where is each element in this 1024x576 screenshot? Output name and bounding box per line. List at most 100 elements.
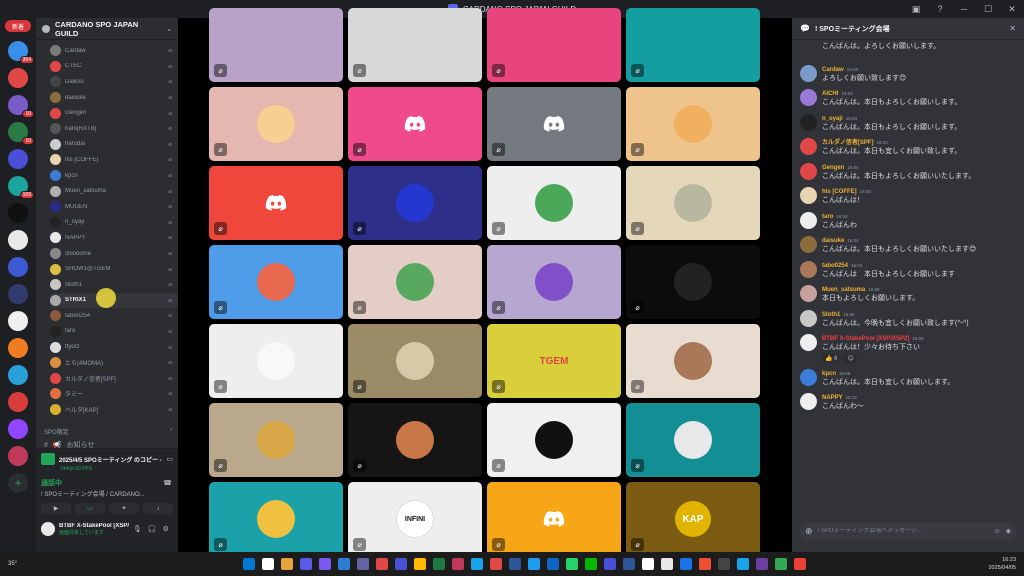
video-tile[interactable]: ⌀ [348, 166, 482, 240]
voice-member[interactable]: Gengen ⌀ [50, 105, 178, 121]
video-tile[interactable]: TGEM ⌀ [487, 324, 621, 398]
author-name[interactable]: tabo0254 [822, 263, 848, 269]
add-server-icon[interactable]: + [8, 473, 28, 493]
video-tile[interactable]: ⌀ [348, 324, 482, 398]
author-name[interactable]: n_oyaji [822, 116, 843, 122]
avatar[interactable] [800, 393, 817, 410]
chat-message[interactable]: BTBF X-StakePool [XSP/XSP2] 16:08 こんばんは！少々… [800, 333, 1018, 363]
taskbar-app-icon[interactable] [603, 558, 616, 570]
video-tile[interactable]: ⌀ [348, 8, 482, 82]
voice-member[interactable]: shiodome ⌀ [50, 246, 178, 262]
voice-member[interactable]: kpcn ⌀ [50, 168, 178, 184]
taskbar-app-icon[interactable] [508, 558, 521, 570]
server-icon[interactable]: 109 [8, 176, 34, 199]
author-name[interactable]: Gengen [822, 165, 844, 171]
server-icon[interactable] [8, 392, 28, 412]
chat-message[interactable]: his [COFFE] 16:04 こんばんは！ [800, 186, 1018, 206]
screen-share-button[interactable]: ▭ [75, 503, 105, 514]
video-tile[interactable]: ⌀ [487, 403, 621, 477]
video-tile[interactable]: ⌀ [209, 245, 343, 319]
avatar[interactable] [800, 285, 817, 302]
taskbar-app-icon[interactable] [698, 558, 711, 570]
weather-widget[interactable]: 35° [0, 561, 60, 567]
taskbar-app-icon[interactable] [584, 558, 597, 570]
avatar[interactable] [800, 187, 817, 204]
taskbar-app-icon[interactable] [356, 558, 369, 570]
video-tile[interactable]: INFINI ⌀ [348, 482, 482, 556]
server-icon[interactable] [8, 68, 28, 88]
video-tile[interactable]: ⌀ [487, 245, 621, 319]
taskbar-app-icon[interactable] [318, 558, 331, 570]
avatar[interactable] [800, 138, 817, 155]
emoji-icon[interactable]: ☺ [993, 528, 1000, 535]
avatar[interactable] [800, 309, 817, 327]
disconnect-icon[interactable]: ☎ [163, 473, 178, 487]
video-tile[interactable]: ⌀ [209, 8, 343, 82]
author-name[interactable]: Sloth1 [822, 312, 840, 318]
avatar[interactable] [800, 368, 817, 386]
taskbar-app-icon[interactable] [793, 558, 806, 570]
server-icon[interactable] [8, 284, 28, 304]
taskbar-app-icon[interactable] [641, 558, 654, 570]
chat-message[interactable]: カルダノ信者[SPF] 16:03 こんばんは。本日も宜しくお願い致します。 [800, 137, 1018, 157]
server-icon[interactable] [8, 203, 28, 223]
server-icon[interactable] [8, 338, 28, 358]
taskbar-app-icon[interactable] [451, 558, 464, 570]
message-input[interactable] [817, 528, 989, 534]
chat-message[interactable]: Cardaw 16:03 よろしくお願い致します😊 [800, 64, 1018, 84]
taskbar-app-icon[interactable] [527, 558, 540, 570]
reaction-chip[interactable]: 👍 6 [822, 354, 841, 363]
voice-member[interactable]: harudai ⌀ [50, 137, 178, 153]
soundboard-button[interactable]: ♪ [143, 503, 173, 514]
chat-message[interactable]: NAPPY 16:12 こんばんわ〜 [800, 392, 1018, 412]
inbox-icon[interactable]: ▣ [910, 4, 922, 15]
home-badge[interactable]: 新着 [5, 20, 31, 32]
chat-message[interactable]: こんばんは。よろしくお願いします。 [800, 41, 1018, 59]
server-icon[interactable]: 364 [8, 41, 34, 64]
taskbar-app-icon[interactable] [489, 558, 502, 570]
server-icon[interactable] [8, 365, 28, 385]
author-name[interactable]: kpcn [822, 371, 836, 377]
server-icon[interactable] [8, 446, 28, 466]
guild-header[interactable]: CARDANO SPO JAPAN GUILD ⌄ [36, 18, 178, 40]
voice-member[interactable]: haro[RXTB] ⌀ [50, 121, 178, 137]
video-tile[interactable]: ⌀ [209, 403, 343, 477]
voice-member[interactable]: ttyorz ⌀ [50, 339, 178, 355]
voice-member[interactable]: tabo0254 ⌀ [50, 308, 178, 324]
chat-message[interactable]: Gengen 16:04 こんばんは。本日もよろしくお願いいたします。 [800, 162, 1018, 182]
taskbar-app-icon[interactable] [337, 558, 350, 570]
video-tile[interactable]: ⌀ [487, 87, 621, 161]
reaction-chip[interactable]: 😊 [844, 354, 857, 363]
avatar[interactable] [800, 64, 817, 82]
taskbar-app-icon[interactable] [774, 558, 787, 570]
taskbar-app-icon[interactable] [375, 558, 388, 570]
video-tile[interactable]: ⌀ [487, 8, 621, 82]
chat-message[interactable]: Muen_satsuma 16:05 本日もよろしくお願いします。 [800, 284, 1018, 304]
taskbar-app-icon[interactable] [736, 558, 749, 570]
avatar[interactable] [800, 89, 817, 106]
taskbar-app-icon[interactable] [755, 558, 768, 570]
video-tile[interactable]: ⌀ [626, 87, 760, 161]
close-icon[interactable]: ✕ [1009, 24, 1016, 33]
avatar[interactable] [800, 211, 817, 229]
voice-member[interactable]: カルダノ信者[SPF] ⌀ [50, 370, 178, 386]
avatar[interactable] [800, 260, 817, 278]
taskbar-app-icon[interactable] [660, 558, 673, 570]
video-tile[interactable]: ⌀ [626, 8, 760, 82]
voice-member[interactable]: n_oyaji ⌀ [50, 215, 178, 231]
video-tile[interactable]: ⌀ [626, 166, 760, 240]
server-icon[interactable] [8, 419, 28, 439]
video-tile[interactable]: ⌀ [487, 482, 621, 556]
author-name[interactable]: Cardaw [822, 67, 844, 73]
voice-member[interactable]: Daikoo ⌀ [50, 74, 178, 90]
add-attachment-icon[interactable]: ⊕ [805, 526, 813, 537]
voice-member[interactable]: ベルダ[KAP] ⌀ [50, 402, 178, 418]
gear-icon[interactable]: ⚙ [163, 525, 169, 533]
server-icon[interactable]: 10 [8, 95, 34, 118]
taskbar-app-icon[interactable] [717, 558, 730, 570]
voice-member[interactable]: SHOW1@TGEM ⌀ [50, 261, 178, 277]
taskbar-app-icon[interactable] [679, 558, 692, 570]
chat-message[interactable]: n_oyaji 16:03 こんばんは。本日もよろしくお願いします。 [800, 113, 1018, 133]
video-tile[interactable]: ⌀ [626, 403, 760, 477]
server-icon[interactable] [8, 149, 28, 169]
